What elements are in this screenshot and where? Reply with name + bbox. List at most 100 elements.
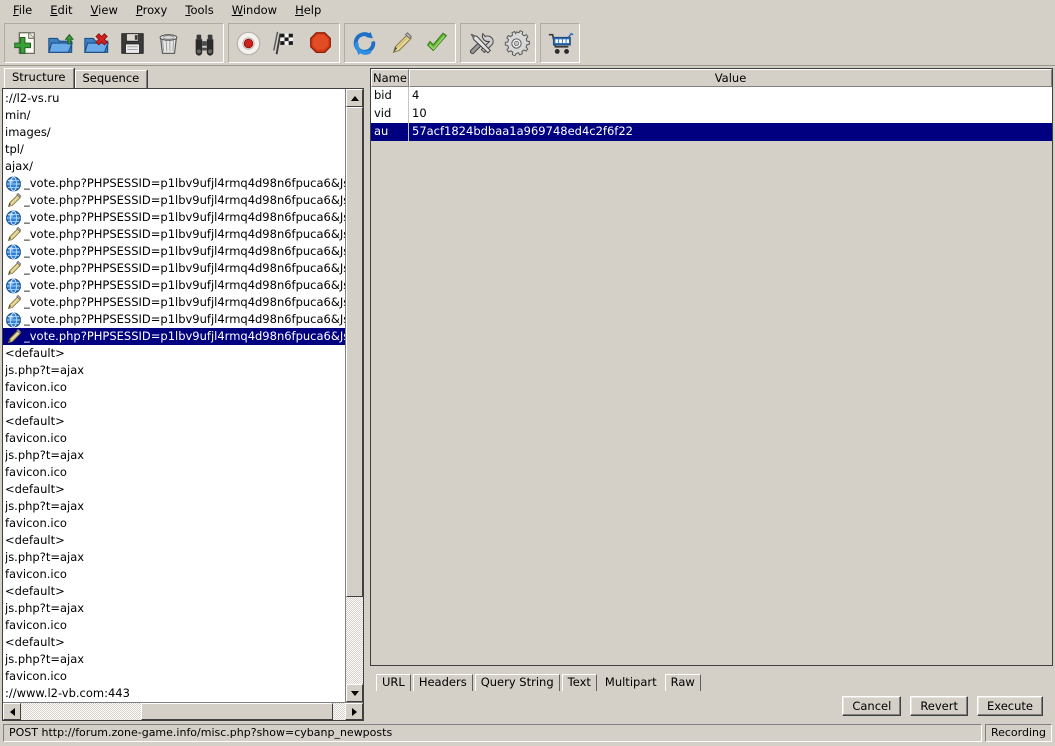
menu-item-edit[interactable]: Edit [41, 1, 81, 19]
table-body: bid 4 vid 10 au 57acf1824bdbaa1a969748ed4c2f6… [371, 87, 1052, 665]
column-header-name[interactable]: Name [371, 69, 409, 87]
toolbar-button-close[interactable] [79, 26, 113, 60]
horizontal-scroll-track[interactable] [21, 703, 345, 720]
tree-row[interactable]: <default> [3, 583, 345, 600]
tree-row[interactable]: favicon.ico [3, 566, 345, 583]
tree-row[interactable]: <default> [3, 532, 345, 549]
table-header-row: Name Value [371, 69, 1052, 87]
toolbar-button-stop[interactable] [303, 26, 337, 60]
tree-row[interactable]: favicon.ico [3, 379, 345, 396]
vertical-scroll-track[interactable] [346, 107, 363, 684]
scroll-left-button[interactable] [3, 703, 21, 720]
menu-item-help[interactable]: Help [286, 1, 330, 19]
tree-row[interactable]: _vote.php?PHPSESSID=p1lbv9ufjl4rmq4d98n6… [3, 192, 345, 209]
tree-vertical-scrollbar[interactable] [345, 89, 363, 702]
menu-mnemonic: V [90, 3, 99, 17]
menu-item-file[interactable]: File [4, 1, 41, 19]
green-check-icon [426, 32, 447, 51]
toolbar-button-record[interactable] [231, 26, 265, 60]
toolbar-button-apply[interactable] [419, 26, 453, 60]
tree-row[interactable]: favicon.ico [3, 464, 345, 481]
tree-row[interactable]: _vote.php?PHPSESSID=p1lbv9ufjl4rmq4d98n6… [3, 311, 345, 328]
tree-row[interactable]: favicon.ico [3, 668, 345, 685]
tree-row-label: _vote.php?PHPSESSID=p1lbv9ufjl4rmq4d98n6… [24, 261, 345, 275]
column-header-value[interactable]: Value [409, 69, 1052, 87]
tree-row[interactable]: _vote.php?PHPSESSID=p1lbv9ufjl4rmq4d98n6… [3, 209, 345, 226]
tree-row[interactable]: _vote.php?PHPSESSID=p1lbv9ufjl4rmq4d98n6… [3, 175, 345, 192]
tree-row[interactable]: _vote.php?PHPSESSID=p1lbv9ufjl4rmq4d98n6… [3, 226, 345, 243]
toolbar-button-cart[interactable] [543, 26, 577, 60]
table-row[interactable]: au 57acf1824bdbaa1a969748ed4c2f6f22 [371, 123, 1052, 141]
toolbar-button-open[interactable] [43, 26, 77, 60]
tree-row[interactable]: _vote.php?PHPSESSID=p1lbv9ufjl4rmq4d98n6… [3, 277, 345, 294]
tree-row[interactable]: js.php?t=ajax [3, 362, 345, 379]
toolbar-button-clear[interactable] [151, 26, 185, 60]
execute-button[interactable]: Execute [977, 696, 1043, 716]
tree-row[interactable]: js.php?t=ajax [3, 651, 345, 668]
toolbar-button-find[interactable] [187, 26, 221, 60]
table-row[interactable]: bid 4 [371, 87, 1052, 105]
table-cell-value[interactable]: 57acf1824bdbaa1a969748ed4c2f6f22 [409, 123, 1052, 141]
horizontal-scroll-thumb[interactable] [141, 703, 333, 720]
tab-raw[interactable]: Raw [664, 674, 701, 691]
toolbar-button-tools[interactable] [463, 26, 497, 60]
table-cell-value[interactable]: 10 [409, 105, 1052, 123]
tree-row[interactable]: ajax/ [3, 158, 345, 175]
menu-item-proxy[interactable]: Proxy [127, 1, 177, 19]
menu-mnemonic: P [135, 3, 143, 17]
tab-sequence[interactable]: Sequence [74, 70, 148, 88]
toolbar-button-options[interactable] [499, 26, 533, 60]
cancel-button[interactable]: Cancel [842, 696, 902, 716]
toolbar-button-run[interactable] [267, 26, 301, 60]
toolbar-button-new[interactable] [7, 26, 41, 60]
tree-row[interactable]: favicon.ico [3, 430, 345, 447]
tree-row[interactable]: ://l2-vs.ru [3, 90, 345, 107]
tab-url[interactable]: URL [376, 674, 411, 691]
tree-row[interactable]: images/ [3, 124, 345, 141]
tree-row[interactable]: favicon.ico [3, 396, 345, 413]
tree-row[interactable]: <default> [3, 634, 345, 651]
table-cell-value[interactable]: 4 [409, 87, 1052, 105]
tab-multipart[interactable]: Multipart [598, 674, 663, 691]
toolbar-button-refresh[interactable] [347, 26, 381, 60]
tree-row[interactable]: _vote.php?PHPSESSID=p1lbv9ufjl4rmq4d98n6… [3, 260, 345, 277]
tab-headers[interactable]: Headers [412, 674, 473, 691]
tree-row[interactable]: _vote.php?PHPSESSID=p1lbv9ufjl4rmq4d98n6… [3, 328, 345, 345]
tree-row[interactable]: favicon.ico [3, 617, 345, 634]
arrow-down-icon [350, 690, 359, 696]
table-cell-name[interactable]: bid [371, 87, 409, 105]
tree-row[interactable]: favicon.ico [3, 515, 345, 532]
site-tree-list[interactable]: ://l2-vs.ru min/images/tpl/ajax/ _vote.php… [3, 89, 345, 702]
scroll-right-button[interactable] [345, 703, 363, 720]
tab-query-string[interactable]: Query String [474, 674, 560, 691]
menu-item-view[interactable]: View [82, 1, 127, 19]
tree-row[interactable]: ://www.l2-vb.com:443 [3, 685, 345, 702]
menu-item-window[interactable]: Window [223, 1, 286, 19]
menu-item-tools[interactable]: Tools [176, 1, 222, 19]
tree-row[interactable]: js.php?t=ajax [3, 447, 345, 464]
tree-row[interactable]: js.php?t=ajax [3, 600, 345, 617]
table-cell-name[interactable]: vid [371, 105, 409, 123]
tree-row-label: js.php?t=ajax [5, 448, 85, 462]
tab-structure[interactable]: Structure [4, 68, 74, 88]
stop-octagon-icon [309, 31, 331, 53]
scroll-down-button[interactable] [346, 684, 363, 702]
revert-button[interactable]: Revert [910, 696, 968, 716]
toolbar-button-edit[interactable] [383, 26, 417, 60]
tree-row[interactable]: <default> [3, 413, 345, 430]
tree-row[interactable]: js.php?t=ajax [3, 549, 345, 566]
tree-horizontal-scrollbar[interactable] [3, 702, 363, 720]
vertical-scroll-thumb[interactable] [346, 107, 363, 597]
tree-row[interactable]: <default> [3, 345, 345, 362]
tab-text[interactable]: Text [561, 674, 597, 691]
table-row[interactable]: vid 10 [371, 105, 1052, 123]
toolbar-button-save[interactable] [115, 26, 149, 60]
tree-row[interactable]: <default> [3, 481, 345, 498]
scroll-up-button[interactable] [346, 89, 363, 107]
tree-row[interactable]: _vote.php?PHPSESSID=p1lbv9ufjl4rmq4d98n6… [3, 243, 345, 260]
table-cell-name[interactable]: au [371, 123, 409, 141]
tree-row[interactable]: tpl/ [3, 141, 345, 158]
tree-row[interactable]: js.php?t=ajax [3, 498, 345, 515]
tree-row[interactable]: min/ [3, 107, 345, 124]
tree-row[interactable]: _vote.php?PHPSESSID=p1lbv9ufjl4rmq4d98n6… [3, 294, 345, 311]
